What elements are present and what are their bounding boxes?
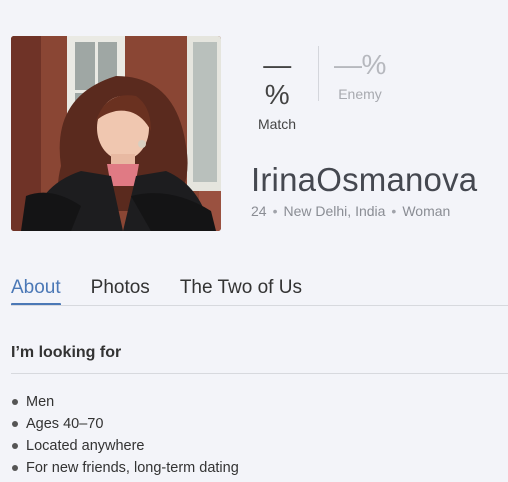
enemy-value: —% [334, 49, 386, 80]
list-item: Ages 40–70 [11, 414, 239, 436]
section-divider [11, 373, 508, 374]
tab-the-two-of-us[interactable]: The Two of Us [180, 278, 302, 306]
profile-photo-image [11, 36, 221, 231]
tab-photos[interactable]: Photos [91, 278, 150, 306]
list-item: Located anywhere [11, 436, 239, 458]
profile-location: New Delhi, India [283, 203, 386, 219]
match-value: —% [263, 49, 291, 110]
meta-separator: • [272, 203, 278, 219]
enemy-label: Enemy [338, 86, 382, 102]
tab-about[interactable]: About [11, 278, 61, 306]
meta-separator: • [391, 203, 397, 219]
match-label: Match [257, 116, 297, 132]
profile-photo[interactable] [11, 36, 221, 231]
score-divider [318, 46, 319, 101]
list-item: Men [11, 392, 239, 414]
list-item: For new friends, long-term dating [11, 458, 239, 480]
tabs-divider [11, 305, 508, 306]
profile-gender: Woman [402, 203, 451, 219]
match-score: —% Match [252, 49, 302, 133]
profile-tabs: About Photos The Two of Us [11, 278, 332, 306]
profile-age: 24 [251, 203, 267, 219]
looking-for-title: I’m looking for [11, 344, 122, 361]
profile-username: IrinaOsmanova [251, 161, 478, 198]
looking-for-list: Men Ages 40–70 Located anywhere For new … [11, 392, 239, 480]
profile-meta: 24 • New Delhi, India • Woman [251, 203, 450, 219]
enemy-score: —% Enemy [334, 49, 386, 103]
